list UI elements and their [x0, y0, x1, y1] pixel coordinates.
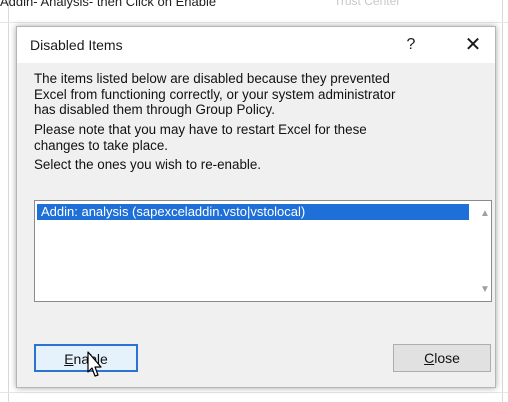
- help-button[interactable]: ?: [398, 31, 424, 59]
- grid-line: [8, 0, 9, 402]
- close-mnemonic: C: [424, 350, 435, 366]
- select-instruction-text: Select the ones you wish to re-enable.: [34, 157, 262, 172]
- close-x-button[interactable]: ✕: [459, 31, 487, 59]
- mouse-pointer-icon: [87, 351, 102, 377]
- description-text: The items listed below are disabled beca…: [34, 71, 396, 117]
- close-button[interactable]: Close: [393, 344, 491, 372]
- disabled-items-list[interactable]: Addin: analysis (sapexceladdin.vsto|vsto…: [34, 200, 492, 302]
- dialog-titlebar: Disabled Items ? ✕: [17, 27, 495, 63]
- restart-note-text: Please note that you may have to restart…: [34, 122, 367, 153]
- scroll-down-arrow-icon[interactable]: ▼: [479, 283, 491, 297]
- grid-line: [502, 0, 503, 402]
- close-label: lose: [434, 350, 460, 366]
- ribbon-caption: Trust Center: [334, 0, 401, 8]
- list-item[interactable]: Addin: analysis (sapexceladdin.vsto|vsto…: [37, 204, 469, 220]
- tutorial-caption: Addin- Analysis- then Click on Enable: [0, 0, 217, 9]
- enable-mnemonic: E: [64, 351, 74, 367]
- scroll-up-arrow-icon[interactable]: ▲: [479, 207, 491, 221]
- grid-line: [0, 392, 508, 393]
- dialog-title: Disabled Items: [30, 37, 123, 53]
- disabled-items-dialog: Disabled Items ? ✕ The items listed belo…: [16, 26, 496, 388]
- grid-line: [0, 22, 508, 23]
